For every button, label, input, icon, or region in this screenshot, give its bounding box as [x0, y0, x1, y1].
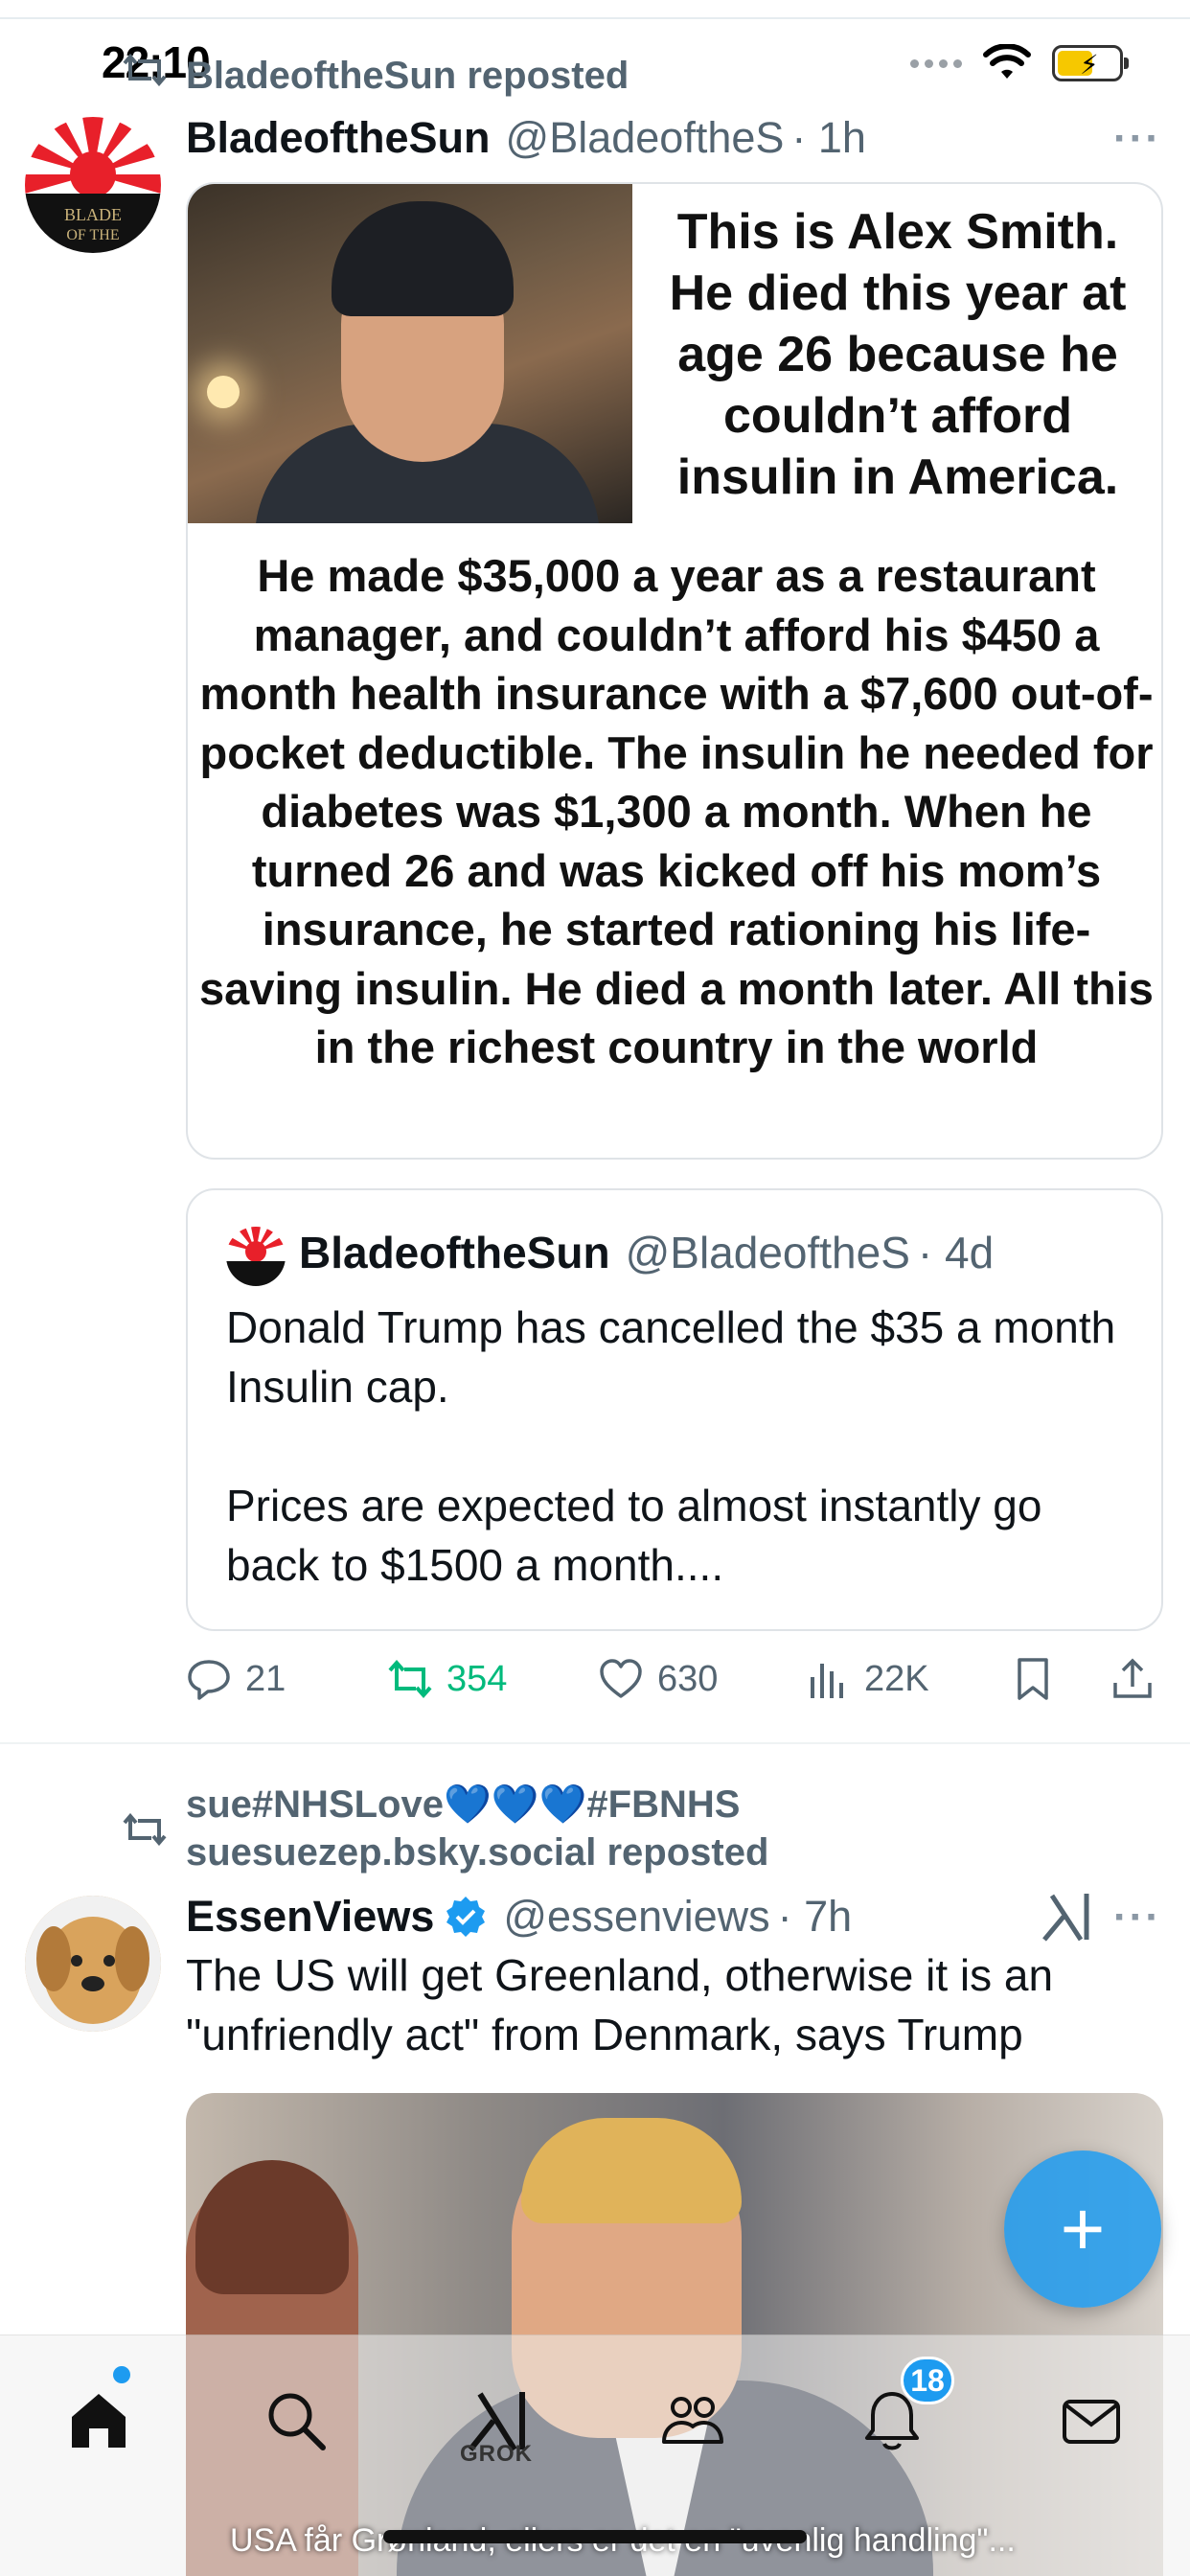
- communities-icon: [662, 2397, 723, 2444]
- tab-home[interactable]: [56, 2378, 142, 2464]
- grok-icon[interactable]: [1039, 1890, 1092, 1944]
- more-options-icon[interactable]: ···: [1113, 1894, 1161, 1942]
- tab-messages[interactable]: [1048, 2378, 1134, 2464]
- verified-badge-icon: [446, 1897, 486, 1937]
- compose-button[interactable]: +: [1004, 2150, 1161, 2308]
- tweet-text: The US will get Greenland, otherwise it …: [186, 1950, 1054, 2059]
- grok-label: GROK: [460, 2441, 533, 2467]
- repost-label[interactable]: sue#NHSLove💙💙💙#FBNHS: [186, 1781, 740, 1828]
- search-icon: [268, 2393, 326, 2450]
- avatar[interactable]: [25, 1896, 161, 2032]
- tweet-header: EssenViews @essenviews · 7h: [186, 1892, 852, 1942]
- home-unread-dot: [113, 2366, 130, 2383]
- notifications-badge: 18: [901, 2357, 954, 2404]
- mail-icon: [1063, 2400, 1120, 2444]
- author-name[interactable]: EssenViews: [186, 1892, 434, 1942]
- author-handle[interactable]: @essenviews: [503, 1892, 769, 1942]
- repost-icon: [123, 1813, 167, 1846]
- tweet-time: · 7h: [777, 1892, 853, 1941]
- home-icon: [72, 2394, 126, 2448]
- tweet[interactable]: sue#NHSLove💙💙💙#FBNHS suesuezep.bsky.soci…: [0, 0, 1190, 2576]
- repost-label[interactable]: suesuezep.bsky.social reposted: [186, 1828, 768, 1876]
- tab-search[interactable]: [253, 2378, 339, 2464]
- tab-communities[interactable]: [650, 2378, 736, 2464]
- home-indicator[interactable]: [383, 2530, 807, 2543]
